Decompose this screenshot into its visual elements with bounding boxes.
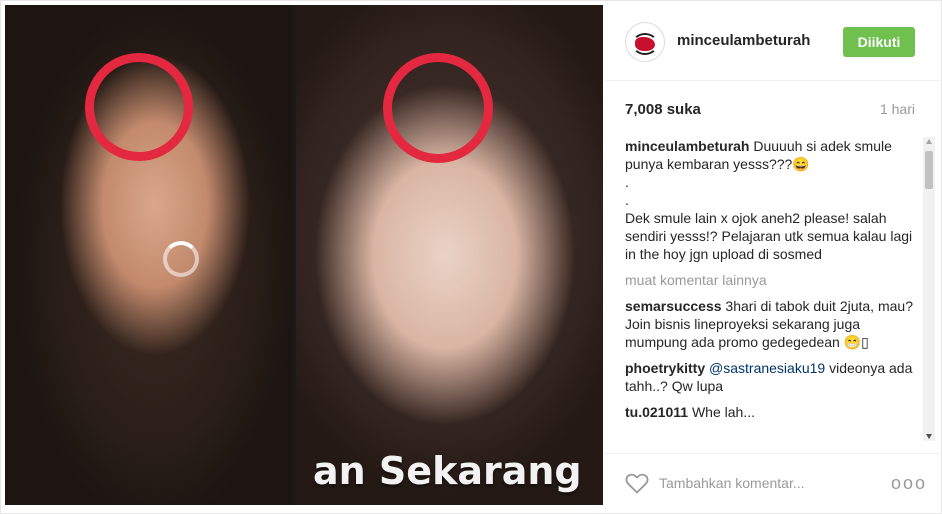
comment-item: phoetrykitty @sastranesiaku19 videonya a… <box>625 359 915 395</box>
comment-mention-link[interactable]: @sastranesiaku19 <box>709 360 825 376</box>
add-comment-input[interactable] <box>659 471 869 495</box>
comments-list: minceulambeturah Duuuuh si adek smule pu… <box>625 137 915 441</box>
scroll-down-arrow-icon[interactable] <box>926 434 932 439</box>
heart-outline-icon[interactable] <box>625 472 649 494</box>
comment-username[interactable]: minceulambeturah <box>625 138 749 154</box>
load-more-comments-link[interactable]: muat komentar lainnya <box>625 271 915 289</box>
media-divider <box>293 5 296 505</box>
caption-text-line: . <box>625 192 629 208</box>
avatar[interactable] <box>625 22 665 62</box>
comment-item: tu.021011 Whe lah... <box>625 403 915 421</box>
highlight-circle-right <box>383 53 493 163</box>
post-time[interactable]: 1 hari <box>880 101 915 117</box>
username-link[interactable]: minceulambeturah <box>677 32 810 49</box>
comment-item: semarsuccess 3hari di tabok duit 2juta, … <box>625 297 915 351</box>
scrollbar-thumb[interactable] <box>925 151 933 189</box>
comment-text: Whe lah... <box>691 404 755 420</box>
comment-footer: ooo <box>605 453 939 511</box>
post-frame: an Sekarang minceulambeturah Diikuti 7,0… <box>0 0 942 514</box>
comment-username[interactable]: tu.021011 <box>625 404 688 420</box>
comments-scrollbar[interactable] <box>923 137 935 441</box>
scroll-up-arrow-icon[interactable] <box>926 139 932 144</box>
caption-text-line: Dek smule lain x ojok aneh2 please! sala… <box>625 210 913 262</box>
comment-username[interactable]: semarsuccess <box>625 298 722 314</box>
likes-count[interactable]: 7,008 suka <box>625 101 701 118</box>
caption-comment: minceulambeturah Duuuuh si adek smule pu… <box>625 137 915 263</box>
post-sidebar: minceulambeturah Diikuti 7,008 suka 1 ha… <box>605 5 939 511</box>
media-caption-overlay: an Sekarang <box>313 449 582 493</box>
post-header: minceulambeturah Diikuti <box>605 5 939 81</box>
post-stats: 7,008 suka 1 hari <box>625 101 915 123</box>
avatar-logo-mark <box>635 37 655 51</box>
following-button[interactable]: Diikuti <box>843 27 915 57</box>
post-media[interactable]: an Sekarang <box>5 5 603 505</box>
more-options-icon[interactable]: ooo <box>891 474 927 492</box>
highlight-circle-left <box>85 53 193 161</box>
loading-spinner-icon <box>163 241 199 277</box>
comment-username[interactable]: phoetrykitty <box>625 360 705 376</box>
caption-text-line: . <box>625 174 629 190</box>
